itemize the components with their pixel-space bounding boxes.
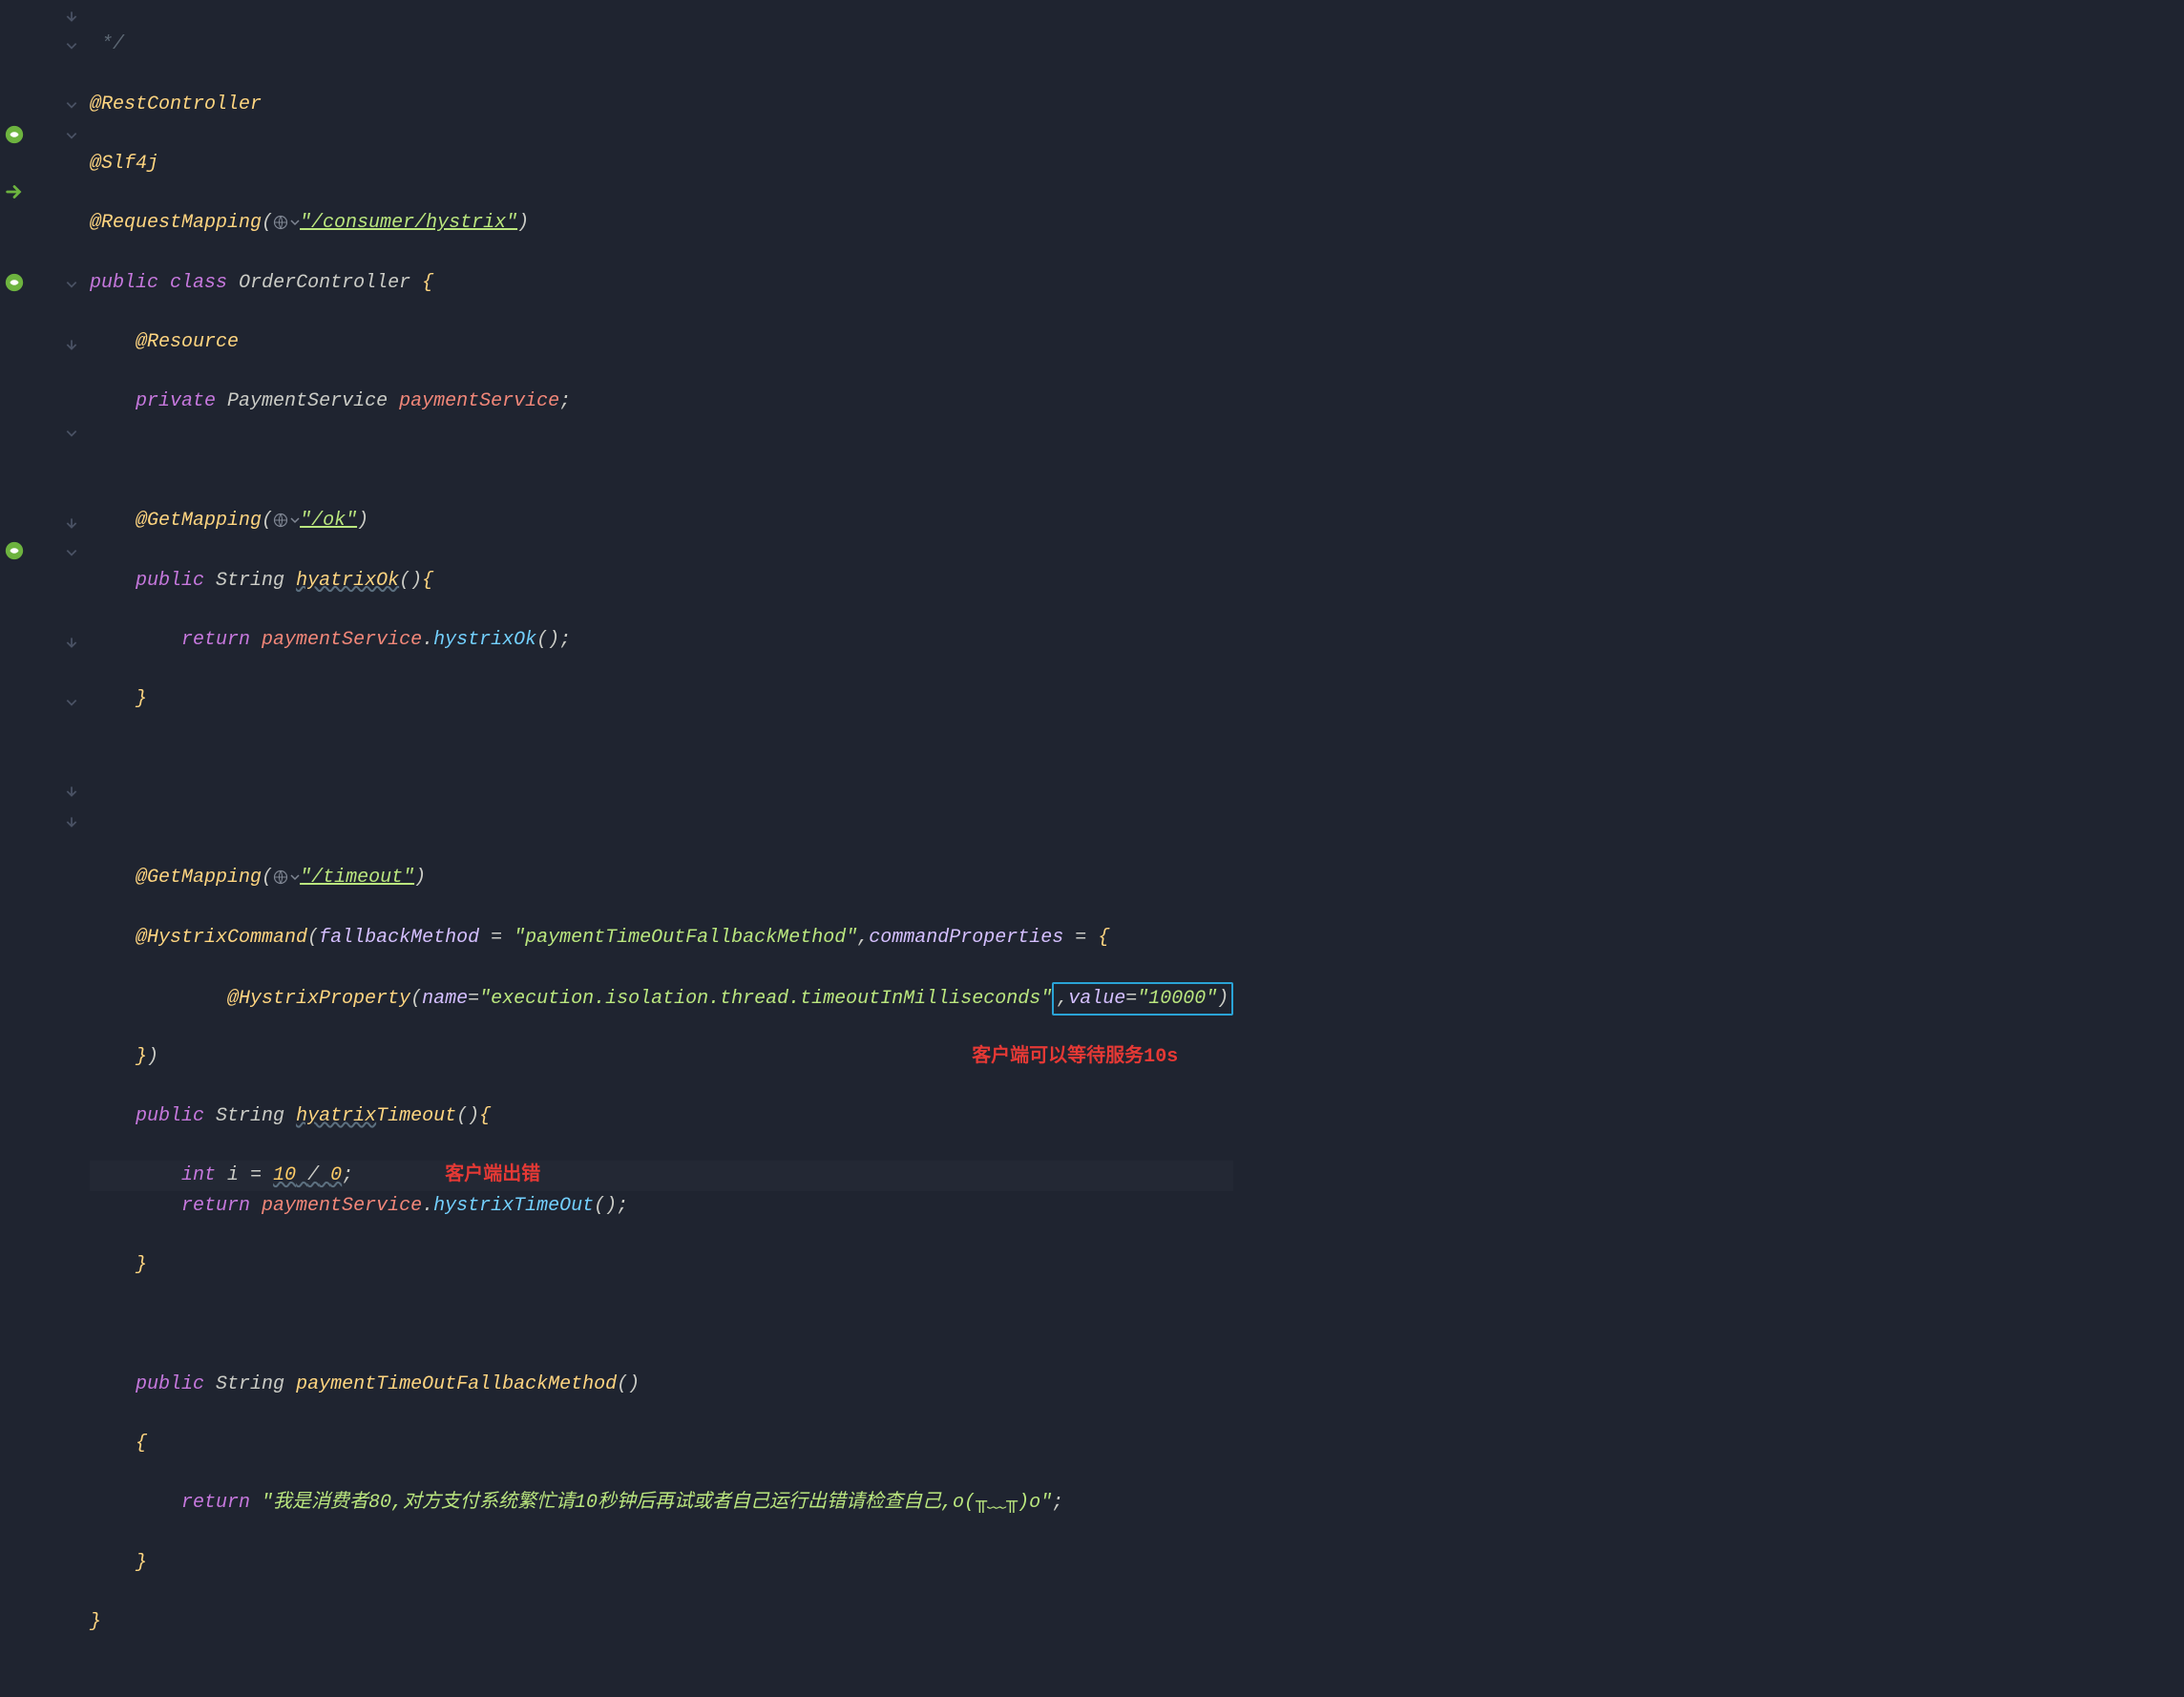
- fold-end-icon[interactable]: [65, 10, 78, 23]
- fold-end-icon[interactable]: [65, 785, 78, 798]
- keyword-return: return: [181, 1195, 250, 1217]
- class-name: OrderController: [239, 272, 410, 294]
- chevron-down-icon[interactable]: [290, 218, 300, 227]
- inject-icon[interactable]: [4, 181, 25, 202]
- globe-icon[interactable]: [273, 869, 288, 885]
- fold-open-icon[interactable]: [65, 98, 78, 112]
- fold-end-icon[interactable]: [65, 636, 78, 649]
- keyword-class: class: [170, 272, 227, 294]
- annotation-requestmapping: @RequestMapping: [90, 212, 262, 234]
- url-string[interactable]: "/timeout": [300, 867, 414, 889]
- keyword-public: public: [136, 1105, 204, 1127]
- param-value: value: [1068, 988, 1125, 1010]
- gutter: [0, 0, 65, 1525]
- field-paymentservice: paymentService: [399, 390, 559, 412]
- annotation-getmapping: @GetMapping: [136, 867, 262, 889]
- type-paymentservice: PaymentService: [227, 390, 388, 412]
- annotation-restcontroller: @RestController: [90, 94, 262, 115]
- num-10: 10: [273, 1164, 296, 1186]
- code-editor: */ @RestController @Slf4j @RequestMappin…: [0, 0, 2184, 1525]
- method-hyatrixtimeout: hyatrix: [296, 1105, 376, 1127]
- spring-bean-icon[interactable]: [4, 124, 25, 145]
- fold-open-icon[interactable]: [65, 696, 78, 709]
- spring-mvc-icon[interactable]: [4, 540, 25, 561]
- code-area[interactable]: */ @RestController @Slf4j @RequestMappin…: [88, 0, 1233, 1525]
- method-call: hystrixOk: [433, 629, 536, 651]
- param-commandproperties: commandProperties: [869, 927, 1063, 949]
- type-string: String: [216, 1373, 284, 1395]
- keyword-return: return: [181, 629, 250, 651]
- annotation-hystrixproperty: @HystrixProperty: [227, 988, 410, 1010]
- annotation-slf4j: @Slf4j: [90, 153, 158, 175]
- fold-open-icon[interactable]: [65, 427, 78, 440]
- fold-open-icon[interactable]: [65, 129, 78, 142]
- keyword-public: public: [136, 1373, 204, 1395]
- keyword-int: int: [181, 1164, 216, 1186]
- chevron-down-icon[interactable]: [290, 872, 300, 882]
- annotation-getmapping: @GetMapping: [136, 510, 262, 532]
- fold-open-icon[interactable]: [65, 39, 78, 52]
- string-prop: "execution.isolation.thread.timeoutInMil…: [479, 988, 1052, 1010]
- keyword-private: private: [136, 390, 216, 412]
- annotation-resource: @Resource: [136, 331, 239, 353]
- annotation-hystrixcommand: @HystrixCommand: [136, 927, 307, 949]
- url-string[interactable]: "/ok": [300, 510, 357, 532]
- field-ref: paymentService: [262, 1195, 422, 1217]
- fold-open-icon[interactable]: [65, 546, 78, 559]
- type-string: String: [216, 1105, 284, 1127]
- url-string[interactable]: "/consumer/hystrix": [300, 212, 517, 234]
- string-10000: "10000": [1137, 988, 1217, 1010]
- comment-text: */: [101, 33, 124, 55]
- method-hyatrixok: hyatrixOk: [296, 570, 399, 592]
- keyword-public: public: [90, 272, 158, 294]
- num-0: 0: [330, 1164, 342, 1186]
- var-i: i: [227, 1164, 239, 1186]
- chevron-down-icon[interactable]: [290, 515, 300, 525]
- fold-open-icon[interactable]: [65, 278, 78, 291]
- keyword-return: return: [181, 1492, 250, 1514]
- fold-end-icon[interactable]: [65, 516, 78, 530]
- fold-end-icon[interactable]: [65, 815, 78, 828]
- string-fallback: "paymentTimeOutFallbackMethod": [514, 927, 857, 949]
- method-fallback: paymentTimeOutFallbackMethod: [296, 1373, 617, 1395]
- param-name: name: [422, 988, 468, 1010]
- red-annotation-error: 客户端出错: [445, 1164, 540, 1186]
- string-return-msg: "我是消费者80,对方支付系统繁忙请10秒钟后再试或者自己运行出错请检查自己,o…: [262, 1492, 1052, 1514]
- param-fallbackmethod: fallbackMethod: [319, 927, 479, 949]
- field-ref: paymentService: [262, 629, 422, 651]
- fold-column: [65, 0, 88, 1525]
- highlighted-box: ,value="10000"): [1052, 982, 1233, 1016]
- globe-icon[interactable]: [273, 215, 288, 230]
- globe-icon[interactable]: [273, 513, 288, 528]
- method-call: hystrixTimeOut: [433, 1195, 594, 1217]
- type-string: String: [216, 570, 284, 592]
- fold-end-icon[interactable]: [65, 338, 78, 351]
- keyword-public: public: [136, 570, 204, 592]
- red-annotation-wait: 客户端可以等待服务10s: [972, 1046, 1178, 1068]
- spring-mvc-icon[interactable]: [4, 272, 25, 293]
